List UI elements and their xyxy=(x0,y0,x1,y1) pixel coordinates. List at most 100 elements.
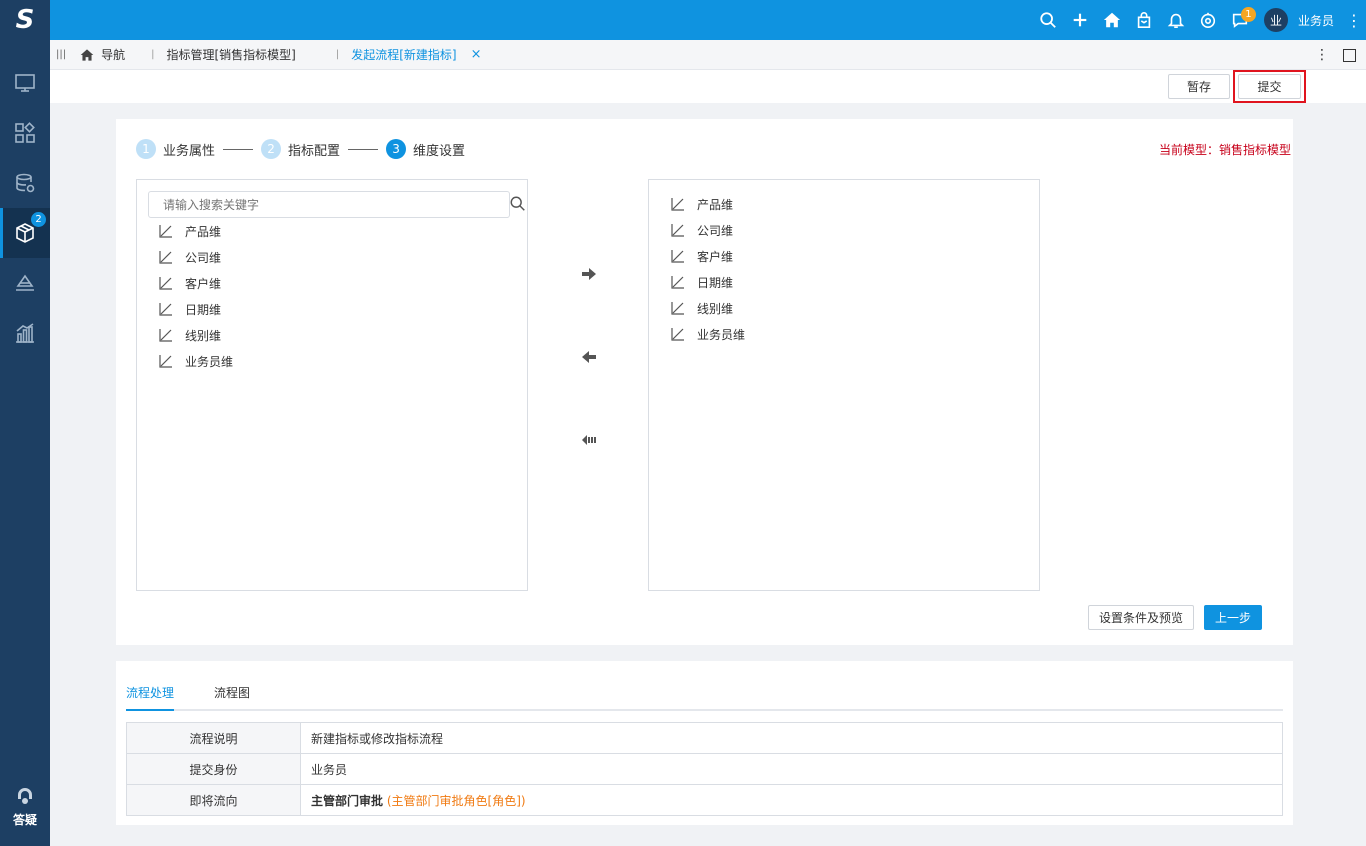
cube-icon xyxy=(16,223,34,243)
chat-icon[interactable]: 1 xyxy=(1224,0,1256,40)
more-vertical-icon[interactable]: ⋮ xyxy=(1342,11,1366,30)
list-item[interactable]: 线别维 xyxy=(159,322,233,348)
dimension-panel: 1 业务属性 2 指标配置 3 维度设置 当前模型：销售指标模型 产品维 公司维… xyxy=(116,119,1293,645)
close-icon[interactable]: × xyxy=(471,47,482,62)
previous-step-button[interactable]: 上一步 xyxy=(1204,605,1262,630)
flow-tabs: 流程处理 流程图 xyxy=(126,680,1283,711)
sidebar-item-monitor[interactable] xyxy=(0,58,50,108)
search-input[interactable] xyxy=(148,191,510,218)
line-chart-icon xyxy=(671,302,684,315)
flow-info-table: 流程说明 新建指标或修改指标流程 提交身份 业务员 即将流向 主管部门审批 (主… xyxy=(126,722,1283,816)
row-value: 主管部门审批 (主管部门审批角色[角色]) xyxy=(300,784,1283,816)
username[interactable]: 业务员 xyxy=(1298,12,1334,29)
move-left-icon[interactable] xyxy=(579,347,599,367)
list-item[interactable]: 产品维 xyxy=(159,218,233,244)
table-row: 即将流向 主管部门审批 (主管部门审批角色[角色]) xyxy=(126,784,1283,816)
tab-label: 导航 xyxy=(101,48,126,62)
step-number: 1 xyxy=(136,139,156,159)
shopping-bag-icon[interactable] xyxy=(1128,0,1160,40)
bell-icon[interactable] xyxy=(1160,0,1192,40)
selected-dimensions-list: 产品维 公司维 客户维 日期维 线别维 业务员维 xyxy=(648,179,1040,591)
table-row: 提交身份 业务员 xyxy=(126,753,1283,785)
headset-icon xyxy=(18,788,32,804)
line-chart-icon xyxy=(159,225,172,238)
line-chart-icon xyxy=(671,276,684,289)
list-item[interactable]: 产品维 xyxy=(671,191,745,217)
tab-flow-chart[interactable]: 流程图 xyxy=(214,680,250,711)
list-item[interactable]: 客户维 xyxy=(159,270,233,296)
home-icon[interactable] xyxy=(1096,0,1128,40)
row-key: 流程说明 xyxy=(126,722,301,754)
sidebar: 2 答疑 xyxy=(0,40,50,846)
tab-nav[interactable]: 导航 xyxy=(66,40,137,70)
row-key: 提交身份 xyxy=(126,753,301,785)
tab-label: 发起流程[新建指标] xyxy=(351,48,457,62)
action-bar: 暂存 提交 xyxy=(50,70,1366,103)
step-number: 2 xyxy=(261,139,282,159)
top-bar: S 1 业 业务员 ⋮ xyxy=(0,0,1366,40)
sidebar-item-charts[interactable] xyxy=(0,308,50,358)
apps-icon xyxy=(15,122,35,143)
available-dimensions-list: 产品维 公司维 客户维 日期维 线别维 业务员维 xyxy=(136,179,528,591)
list-item[interactable]: 业务员维 xyxy=(159,348,233,374)
list-item[interactable]: 客户维 xyxy=(671,243,745,269)
sidebar-item-database[interactable] xyxy=(0,158,50,208)
line-chart-icon xyxy=(159,355,172,368)
submit-button[interactable]: 提交 xyxy=(1238,74,1301,99)
step-label: 指标配置 xyxy=(288,143,341,159)
tab-bar: ||| 导航 | 指标管理[销售指标模型] | 发起流程[新建指标] × ⋮ xyxy=(50,40,1366,70)
more-vertical-icon[interactable]: ⋮ xyxy=(1315,47,1329,63)
list-item[interactable]: 公司维 xyxy=(159,244,233,270)
sidebar-item-apps[interactable] xyxy=(0,108,50,158)
logo-text: S xyxy=(15,5,35,35)
plus-icon[interactable] xyxy=(1064,0,1096,40)
move-right-icon[interactable] xyxy=(579,264,599,284)
line-chart-icon xyxy=(671,250,684,263)
step-label: 业务属性 xyxy=(163,143,216,159)
list-item[interactable]: 日期维 xyxy=(671,269,745,295)
line-chart-icon xyxy=(159,277,172,290)
step-indicator: 1 业务属性 2 指标配置 3 维度设置 xyxy=(136,139,465,159)
tab-label: 指标管理[销售指标模型] xyxy=(166,48,296,62)
maximize-icon[interactable] xyxy=(1343,48,1356,62)
list-item[interactable]: 日期维 xyxy=(159,296,233,322)
line-chart-icon xyxy=(671,224,684,237)
line-chart-icon xyxy=(159,251,172,264)
tab-menu-icon[interactable]: ||| xyxy=(56,49,66,60)
bar-chart-icon xyxy=(16,323,34,343)
help-label: 答疑 xyxy=(12,813,37,827)
step-label-current: 维度设置 xyxy=(413,143,466,159)
row-value: 新建指标或修改指标流程 xyxy=(300,722,1283,754)
line-chart-icon xyxy=(671,198,684,211)
avatar[interactable]: 业 xyxy=(1263,8,1288,32)
search-icon[interactable] xyxy=(1032,0,1064,40)
list-item[interactable]: 公司维 xyxy=(671,217,745,243)
flow-section: 流程处理 流程图 流程说明 新建指标或修改指标流程 提交身份 业务员 即将流向 … xyxy=(116,661,1293,825)
tab-flow-process[interactable]: 流程处理 xyxy=(126,680,175,711)
line-chart-icon xyxy=(671,328,684,341)
app-logo[interactable]: S xyxy=(0,0,50,40)
sidebar-item-cube[interactable]: 2 xyxy=(0,208,50,258)
list-item[interactable]: 业务员维 xyxy=(671,321,745,347)
row-value: 业务员 xyxy=(300,753,1283,785)
row-key: 即将流向 xyxy=(126,784,301,816)
next-step-role: (主管部门审批角色[角色]) xyxy=(386,793,526,808)
set-condition-preview-button[interactable]: 设置条件及预览 xyxy=(1088,605,1194,630)
sidebar-item-layers[interactable] xyxy=(0,258,50,308)
settings-icon[interactable] xyxy=(1192,0,1224,40)
list-item[interactable]: 线别维 xyxy=(671,295,745,321)
tab-indicator-management[interactable]: | 指标管理[销售指标模型] xyxy=(137,40,308,70)
step-number-current: 3 xyxy=(386,139,407,159)
line-chart-icon xyxy=(159,303,172,316)
database-settings-icon xyxy=(16,173,35,193)
save-draft-button[interactable]: 暂存 xyxy=(1168,74,1230,99)
search-icon[interactable] xyxy=(509,195,527,213)
current-model-label: 当前模型：销售指标模型 xyxy=(1158,143,1291,157)
home-icon xyxy=(80,48,94,61)
sidebar-badge: 2 xyxy=(31,212,46,227)
next-step-name: 主管部门审批 xyxy=(311,793,384,808)
help-button[interactable]: 答疑 xyxy=(0,786,50,828)
move-all-left-icon[interactable] xyxy=(579,430,599,450)
table-row: 流程说明 新建指标或修改指标流程 xyxy=(126,722,1283,754)
tab-start-process[interactable]: | 发起流程[新建指标] × xyxy=(322,40,494,70)
